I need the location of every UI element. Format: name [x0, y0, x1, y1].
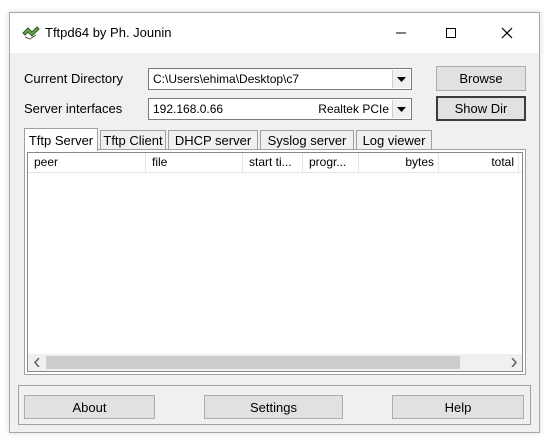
tftp-server-panel: peer file start ti... progr... bytes tot…: [24, 149, 526, 375]
show-dir-button[interactable]: Show Dir: [436, 96, 526, 121]
chevron-down-icon: [397, 76, 406, 82]
tab-tftp-server[interactable]: Tftp Server: [24, 128, 98, 151]
chevron-down-icon: [397, 106, 406, 112]
transfers-list[interactable]: peer file start ti... progr... bytes tot…: [27, 152, 523, 372]
minimize-button[interactable]: [378, 13, 424, 53]
title-bar[interactable]: Tftpd64 by Ph. Jounin: [10, 13, 539, 53]
column-header-file[interactable]: file: [146, 153, 243, 172]
current-directory-dropdown-button[interactable]: [392, 70, 410, 88]
horizontal-scrollbar[interactable]: [28, 354, 522, 371]
column-header-total[interactable]: total: [439, 153, 519, 172]
tab-dhcp-server[interactable]: DHCP server: [168, 130, 258, 150]
server-interfaces-combo[interactable]: 192.168.0.66 Realtek PCIe: [148, 98, 412, 120]
browse-button[interactable]: Browse: [436, 66, 526, 91]
column-header-peer[interactable]: peer: [28, 153, 146, 172]
chevron-left-icon: [33, 358, 40, 367]
server-adapter-value: Realtek PCIe: [318, 102, 389, 116]
close-icon: [501, 27, 513, 39]
scroll-left-button[interactable]: [28, 354, 45, 371]
scrollbar-thumb[interactable]: [46, 356, 460, 369]
minimize-icon: [396, 32, 406, 34]
tab-tftp-client[interactable]: Tftp Client: [100, 130, 166, 150]
column-header-bytes[interactable]: bytes: [359, 153, 439, 172]
tftpd-app-icon: [22, 25, 40, 41]
current-directory-value: C:\Users\ehima\Desktop\c7: [153, 72, 300, 86]
tab-syslog-server[interactable]: Syslog server: [260, 130, 354, 150]
server-interfaces-label: Server interfaces: [24, 101, 123, 116]
server-interfaces-dropdown-button[interactable]: [392, 100, 410, 118]
list-header: peer file start ti... progr... bytes tot…: [28, 153, 522, 173]
close-button[interactable]: [484, 13, 530, 53]
app-window: Tftpd64 by Ph. Jounin Current Directory …: [9, 12, 540, 433]
about-button[interactable]: About: [24, 395, 155, 419]
tab-log-viewer[interactable]: Log viewer: [356, 130, 432, 150]
server-ip-value: 192.168.0.66: [153, 102, 224, 116]
column-header-progress[interactable]: progr...: [303, 153, 359, 172]
settings-button[interactable]: Settings: [204, 395, 343, 419]
help-button[interactable]: Help: [392, 395, 524, 419]
window-title: Tftpd64 by Ph. Jounin: [45, 25, 172, 40]
maximize-button[interactable]: [428, 13, 474, 53]
current-directory-combo[interactable]: C:\Users\ehima\Desktop\c7: [148, 68, 412, 90]
maximize-icon: [446, 28, 456, 38]
current-directory-label: Current Directory: [24, 71, 123, 86]
chevron-right-icon: [510, 358, 517, 367]
column-header-start-time[interactable]: start ti...: [243, 153, 303, 172]
scroll-right-button[interactable]: [505, 354, 522, 371]
